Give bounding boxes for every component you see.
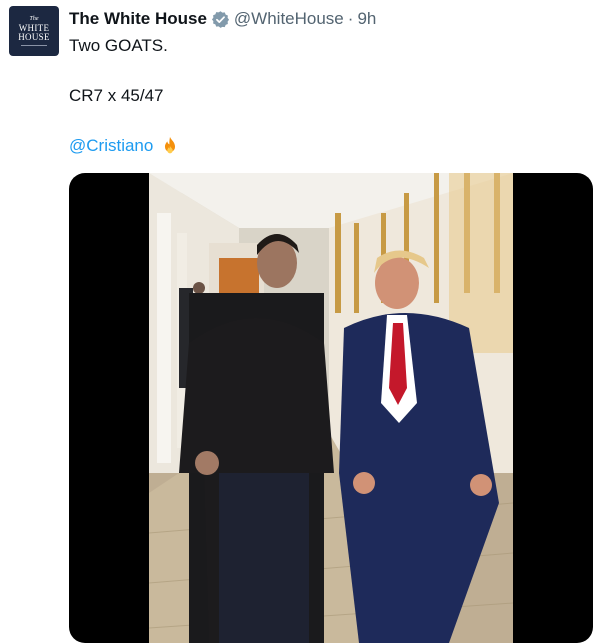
avatar-line-house: HOUSE [18,32,50,42]
video-frame [149,173,513,643]
avatar-rule [21,45,47,46]
author-name[interactable]: The White House [69,9,207,29]
verified-badge-icon [211,10,230,29]
mention-link[interactable]: @Cristiano [69,136,153,156]
tweet-video[interactable] [69,173,593,643]
tweet-text-line1: Two GOATS. [69,36,168,55]
avatar-line-the: The [29,16,39,22]
tweet-text-line3: @Cristiano [69,135,181,157]
tweet-text-line2: CR7 x 45/47 [69,86,164,105]
header-separator: · [347,9,354,28]
tweet-header: The White House @WhiteHouse · 9h [69,8,376,30]
avatar[interactable]: The WHITE HOUSE [9,6,59,56]
fire-icon [159,135,181,157]
tweet-timestamp[interactable]: 9h [357,9,376,29]
author-handle[interactable]: @WhiteHouse [234,9,344,29]
